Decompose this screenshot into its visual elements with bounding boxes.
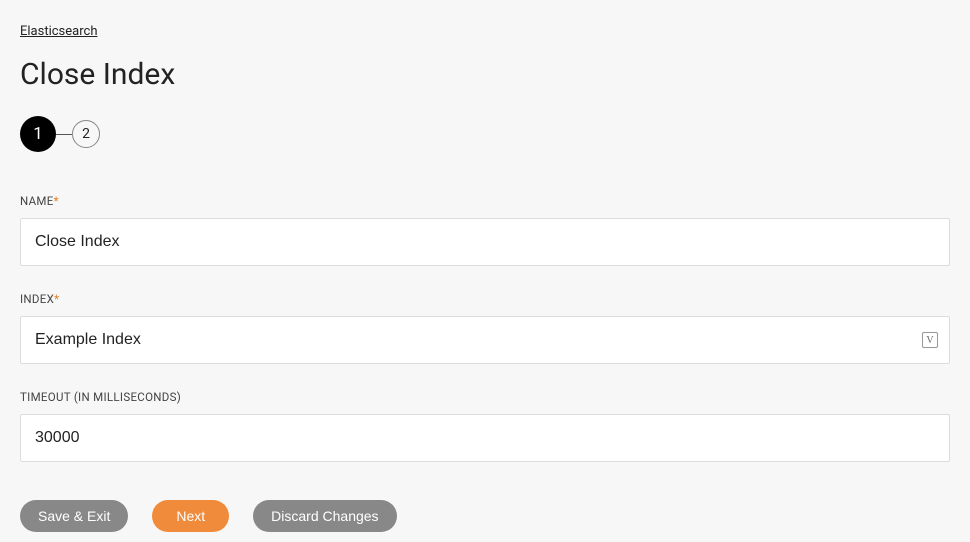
- step-1[interactable]: 1: [20, 116, 56, 152]
- step-2[interactable]: 2: [72, 120, 100, 148]
- label-timeout-text: TIMEOUT (IN MILLISECONDS): [20, 390, 181, 404]
- discard-button[interactable]: Discard Changes: [253, 500, 396, 532]
- next-button[interactable]: Next: [152, 500, 229, 532]
- label-index: INDEX*: [20, 292, 950, 306]
- index-input[interactable]: [20, 316, 950, 364]
- timeout-input[interactable]: [20, 414, 950, 462]
- save-exit-button[interactable]: Save & Exit: [20, 500, 128, 532]
- breadcrumb-elasticsearch[interactable]: Elasticsearch: [20, 24, 97, 39]
- label-name-text: NAME: [20, 194, 54, 208]
- label-index-text: INDEX: [20, 292, 54, 306]
- stepper: 1 2: [20, 116, 950, 152]
- variable-icon[interactable]: V: [922, 332, 938, 348]
- required-indicator: *: [54, 292, 59, 306]
- form-group-name: NAME*: [20, 194, 950, 266]
- form-group-timeout: TIMEOUT (IN MILLISECONDS): [20, 390, 950, 462]
- label-timeout: TIMEOUT (IN MILLISECONDS): [20, 390, 950, 404]
- step-connector: [56, 134, 72, 135]
- required-indicator: *: [54, 194, 59, 208]
- label-name: NAME*: [20, 194, 950, 208]
- name-input[interactable]: [20, 218, 950, 266]
- button-row: Save & Exit Next Discard Changes: [20, 500, 950, 532]
- page-title: Close Index: [20, 57, 950, 92]
- form-group-index: INDEX* V: [20, 292, 950, 364]
